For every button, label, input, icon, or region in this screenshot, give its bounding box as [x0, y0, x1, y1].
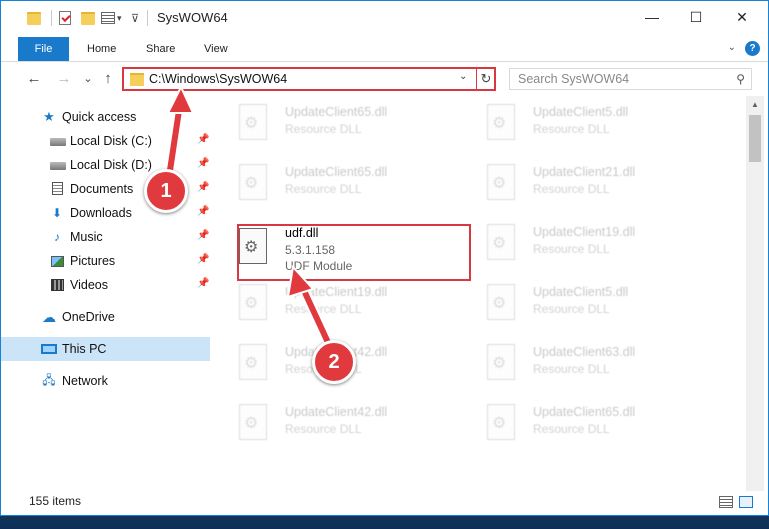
- step-1-badge: 1: [144, 169, 188, 213]
- arrow-1: [164, 84, 195, 182]
- arrow-2: [286, 264, 336, 354]
- annotation-arrows: [164, 84, 336, 354]
- file-explorer-window: ▾ ⊽ SysWOW64 — ☐ ✕ File Home Share View …: [0, 0, 769, 516]
- step-2-badge: 2: [312, 340, 356, 384]
